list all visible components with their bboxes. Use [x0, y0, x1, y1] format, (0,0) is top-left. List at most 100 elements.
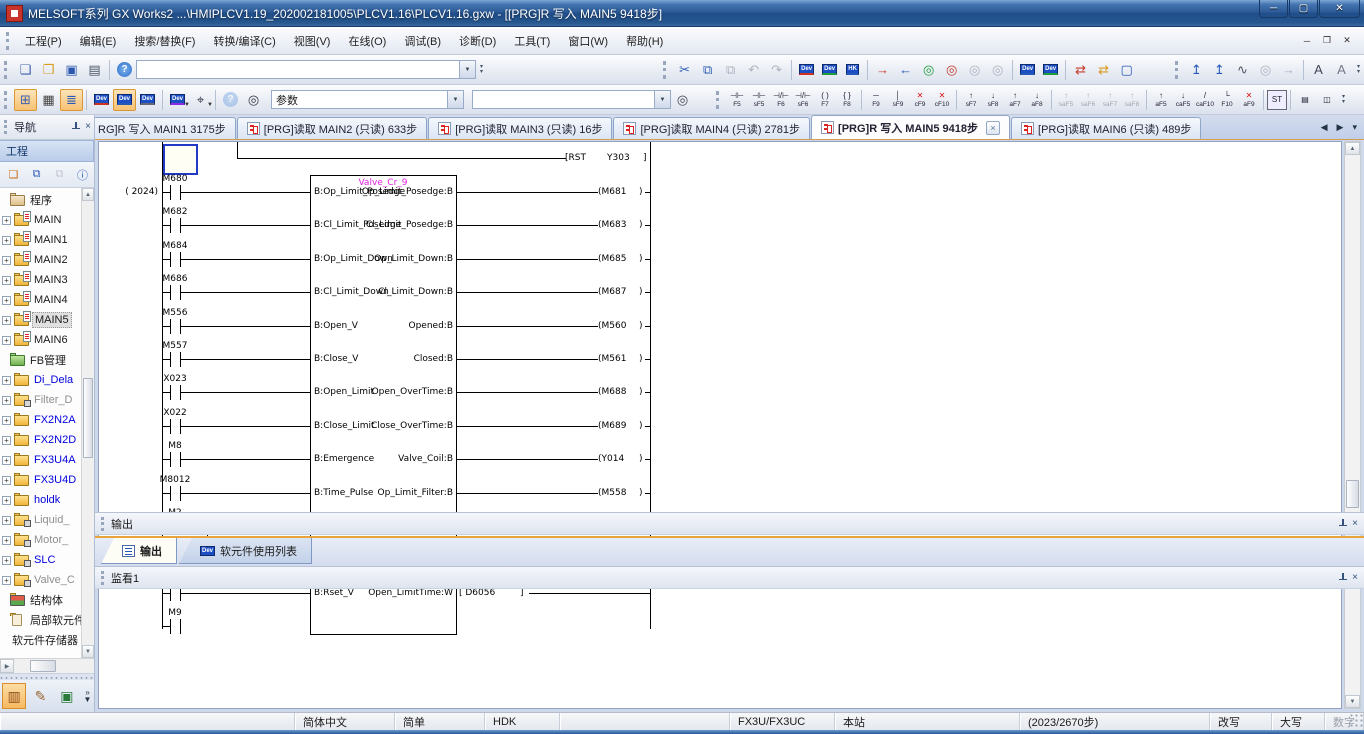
tree-horizontal-scrollbar[interactable]: ◀ ▶	[0, 658, 94, 673]
device-display-mode-icon[interactable]: Dev▼	[166, 89, 189, 111]
close-button[interactable]: ✕	[1319, 0, 1360, 18]
menu-item-1[interactable]: 编辑(E)	[71, 29, 126, 53]
menu-item-7[interactable]: 诊断(D)	[450, 29, 505, 53]
ladder-button-sF8[interactable]: ↓sF8	[982, 87, 1004, 112]
tree-item-Liquid_[interactable]: +Liquid_	[0, 510, 81, 530]
new-file-icon[interactable]: ❏	[14, 59, 37, 81]
ladder-button-F8[interactable]: { }F8	[836, 87, 858, 112]
menu-item-8[interactable]: 工具(T)	[505, 29, 559, 53]
toolbar-overflow-button[interactable]: ▾▾	[1338, 95, 1349, 105]
tree-item-Valve_C[interactable]: +Valve_C	[0, 570, 81, 590]
ladder-button-saF7[interactable]: ↑saF7	[1099, 87, 1121, 112]
tree-hscroll-thumb[interactable]	[30, 660, 56, 672]
scroll-down-icon[interactable]: ▼	[82, 645, 94, 658]
list-view-icon[interactable]: ≣	[60, 89, 83, 111]
jump-icon[interactable]: →	[1277, 59, 1300, 81]
tree-item-FX2N2D[interactable]: +FX2N2D	[0, 430, 81, 450]
menu-item-0[interactable]: 工程(P)	[16, 29, 71, 53]
find-binoculars-icon[interactable]: ◎	[242, 89, 265, 111]
nav-splitter-grip[interactable]	[0, 673, 94, 680]
program-read-icon[interactable]: ⇄	[1092, 59, 1115, 81]
ladder-button-F7[interactable]: ( )F7	[814, 87, 836, 112]
tree-item-MAIN5[interactable]: +MAIN5	[0, 310, 81, 330]
device-monitor-icon[interactable]: Dev	[818, 59, 841, 81]
pulse-run-icon[interactable]: ∿	[1231, 59, 1254, 81]
ladder-button-F5[interactable]: ⊣⊢F5	[726, 87, 748, 112]
nav-more-button[interactable]: »▼	[81, 689, 94, 703]
editor-vertical-scrollbar[interactable]: ▲ ▼	[1344, 141, 1361, 709]
tree-item-FX2N2A[interactable]: +FX2N2A	[0, 410, 81, 430]
find-device-forward-icon[interactable]: ◎	[917, 59, 940, 81]
project-tree-toggle-icon[interactable]: ⊞	[14, 89, 37, 111]
resize-grip[interactable]	[1349, 713, 1363, 727]
expand-icon[interactable]: +	[2, 376, 11, 385]
tree-item-MAIN1[interactable]: +MAIN1	[0, 230, 81, 250]
expand-icon[interactable]: +	[2, 496, 11, 505]
monitor-write-mode-icon[interactable]: ↥	[1208, 59, 1231, 81]
ladder-button-caF10[interactable]: /caF10	[1194, 87, 1216, 112]
ladder-button-aF9[interactable]: ✕aF9	[1238, 87, 1260, 112]
window-search-icon[interactable]: ◎	[671, 89, 694, 111]
scroll-up-icon[interactable]: ▲	[82, 188, 94, 201]
device-search-icon[interactable]: ⌖▼	[189, 89, 212, 111]
scroll-down-icon[interactable]: ▼	[1345, 695, 1360, 708]
tab-close-icon[interactable]: ×	[986, 121, 1000, 135]
ladder-button-sF9[interactable]: │sF9	[887, 87, 909, 112]
statement-display-icon[interactable]: A	[1330, 59, 1353, 81]
tree-item-FX3U4D[interactable]: +FX3U4D	[0, 470, 81, 490]
tree-item-FB管理[interactable]: FB管理	[0, 350, 81, 370]
next-tab-icon[interactable]: ▶	[1334, 120, 1347, 135]
expand-icon[interactable]: +	[2, 236, 11, 245]
minimize-button[interactable]: ─	[1259, 0, 1288, 18]
close-icon[interactable]: ×	[1352, 519, 1358, 529]
device-comment-icon[interactable]: Dev	[795, 59, 818, 81]
pc-monitor-icon[interactable]: ▢	[1115, 59, 1138, 81]
ladder-button-ST[interactable]: ST	[1267, 90, 1287, 110]
mdi-close-button[interactable]: ✕	[1338, 33, 1356, 48]
toolbar-grip[interactable]	[4, 61, 9, 79]
comment-display-icon[interactable]: A	[1307, 59, 1330, 81]
pin-icon[interactable]	[1338, 573, 1347, 583]
paste-icon[interactable]: ⧉	[719, 59, 742, 81]
device-list-view-icon[interactable]: Dev	[113, 89, 136, 111]
cut-icon[interactable]: ✂	[673, 59, 696, 81]
ladder-button-F10[interactable]: └F10	[1216, 87, 1238, 112]
ladder-button-caF5[interactable]: ↓caF5	[1172, 87, 1194, 112]
help-icon[interactable]: ?	[113, 59, 136, 81]
ladder-button-cF10[interactable]: ✕cF10	[931, 87, 953, 112]
output-tab-1[interactable]: 输出	[101, 538, 177, 564]
expand-icon[interactable]: +	[2, 316, 11, 325]
tree-item-MAIN4[interactable]: +MAIN4	[0, 290, 81, 310]
property-icon[interactable]: ⓘ	[73, 165, 92, 184]
toolbar-combobox[interactable]: ▼	[136, 60, 476, 79]
ladder-button-F9[interactable]: ─F9	[865, 87, 887, 112]
find-device-back-icon[interactable]: ◎	[940, 59, 963, 81]
cross-reference-combobox[interactable]: ▼	[472, 90, 671, 109]
ladder-button-◫[interactable]: ◫	[1316, 87, 1338, 112]
menu-item-5[interactable]: 在线(O)	[339, 29, 395, 53]
ladder-button-aF7[interactable]: ↑aF7	[1004, 87, 1026, 112]
print-icon[interactable]: ▤	[83, 59, 106, 81]
combobox-arrow-icon[interactable]: ▼	[654, 91, 670, 108]
find-coil-icon[interactable]: ◎	[986, 59, 1009, 81]
editor-scroll-thumb[interactable]	[1346, 480, 1359, 508]
read-from-plc-icon[interactable]: ←	[894, 59, 917, 81]
expand-icon[interactable]: +	[2, 336, 11, 345]
find-contact-icon[interactable]: ◎	[963, 59, 986, 81]
tree-vertical-scrollbar[interactable]: ▲ ▼	[81, 188, 94, 658]
ladder-button-▤[interactable]: ▤	[1294, 87, 1316, 112]
ladder-button-sF5[interactable]: ⊣⊢sF5	[748, 87, 770, 112]
pin-icon[interactable]	[71, 122, 80, 132]
ladder-button-saF8[interactable]: ↑saF8	[1121, 87, 1143, 112]
ladder-button-sF6[interactable]: ⊣/⊢sF6	[792, 87, 814, 112]
menu-item-3[interactable]: 转换/编译(C)	[204, 29, 284, 53]
close-icon[interactable]: ×	[85, 122, 91, 132]
tab-list-icon[interactable]: ▾	[1349, 120, 1360, 135]
prev-tab-icon[interactable]: ◀	[1318, 120, 1331, 135]
tree-item-软元件存储器[interactable]: 软元件存储器	[0, 630, 81, 650]
edit-cursor[interactable]	[163, 144, 198, 175]
tree-item-MAIN[interactable]: +MAIN	[0, 210, 81, 230]
tree-item-Filter_D[interactable]: +Filter_D	[0, 390, 81, 410]
undo-icon[interactable]: ↶	[742, 59, 765, 81]
expand-icon[interactable]: +	[2, 416, 11, 425]
